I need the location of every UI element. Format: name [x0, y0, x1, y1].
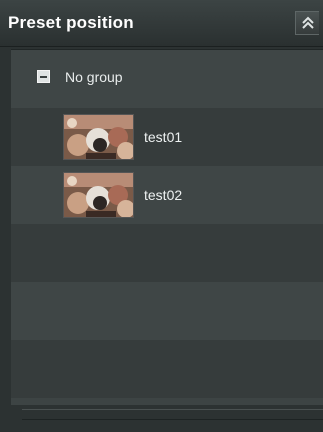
panel-title: Preset position — [8, 13, 134, 32]
preset-position-panel: Preset position No group test01 test02 — [0, 0, 323, 432]
group-row-no-group[interactable]: No group — [11, 50, 323, 108]
panel-header: Preset position — [0, 0, 323, 47]
minus-icon[interactable] — [37, 70, 50, 83]
camera-preview-thumbnail — [63, 172, 134, 218]
empty-row — [11, 224, 323, 282]
empty-row — [11, 340, 323, 398]
preset-item-test02[interactable]: test02 — [11, 166, 323, 224]
group-label: No group — [65, 69, 123, 85]
preset-item-test01[interactable]: test01 — [11, 108, 323, 166]
empty-row — [11, 282, 323, 340]
camera-preview-thumbnail — [63, 114, 134, 160]
panel-footer — [22, 409, 323, 432]
preset-item-label: test01 — [144, 129, 183, 145]
collapse-button[interactable] — [295, 11, 319, 35]
preset-item-label: test02 — [144, 187, 183, 203]
preset-list[interactable]: No group test01 test02 — [11, 49, 323, 405]
